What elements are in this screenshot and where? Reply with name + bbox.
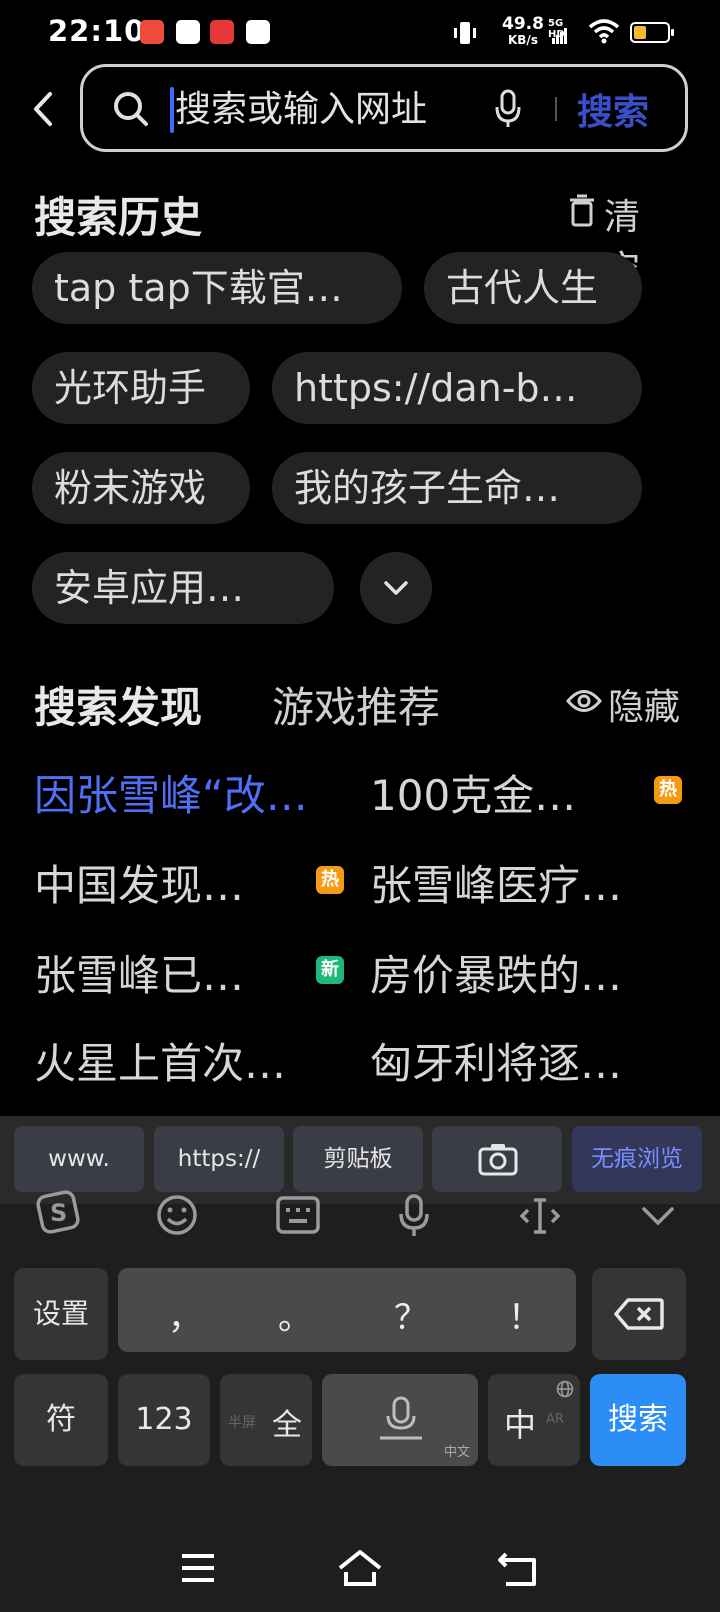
search-divider	[555, 97, 557, 121]
soft-keyboard: www. https:// 剪贴板 无痕浏览 S 设置 ， 。 ？ ！ 符 12…	[0, 1116, 720, 1612]
back-nav-icon[interactable]	[498, 1550, 540, 1588]
app-notification-icon	[140, 20, 164, 44]
settings-key-label: 设置	[32, 1297, 89, 1330]
search-enter-key[interactable]: 搜索	[590, 1374, 686, 1466]
period-key[interactable]: 。	[278, 1290, 312, 1339]
quick-https-key[interactable]: https://	[154, 1126, 284, 1192]
history-chip[interactable]: 我的孩子生命…	[272, 452, 642, 524]
back-arrow-icon[interactable]	[28, 84, 58, 134]
alt-mode-label: AR	[546, 1412, 564, 1427]
discover-item[interactable]: 因张雪峰“改…	[34, 762, 308, 823]
hide-discover-button[interactable]: 隐藏	[566, 678, 690, 728]
full-width-label: 全	[272, 1408, 302, 1443]
symbols-key-label: 符	[46, 1402, 76, 1437]
backspace-key[interactable]	[592, 1268, 686, 1360]
trash-icon	[570, 194, 594, 227]
search-button[interactable]: 搜索	[577, 83, 649, 135]
tab-game-recommend[interactable]: 游戏推荐	[272, 674, 440, 735]
text-caret	[170, 87, 174, 133]
hide-keyboard-chevron-icon[interactable]	[640, 1204, 676, 1228]
app-notification-icon	[210, 20, 234, 44]
full-width-key[interactable]: 半屏 全	[220, 1374, 312, 1466]
discover-item[interactable]: 中国发现…	[34, 852, 244, 913]
quick-www-key[interactable]: www.	[14, 1126, 144, 1192]
hide-label: 隐藏	[608, 687, 681, 728]
discover-item[interactable]: 匈牙利将逐…	[370, 1030, 622, 1091]
numbers-key-label: 123	[135, 1402, 193, 1437]
home-icon[interactable]	[336, 1548, 384, 1588]
signal-icon	[552, 28, 567, 44]
symbols-key[interactable]: 符	[14, 1374, 108, 1466]
microphone-icon	[380, 1396, 422, 1440]
history-chip[interactable]: 古代人生	[424, 252, 642, 324]
exclamation-key[interactable]: ！	[508, 1290, 542, 1339]
numbers-key[interactable]: 123	[118, 1374, 210, 1466]
hot-badge: 热	[654, 776, 682, 804]
camera-icon	[478, 1144, 518, 1176]
search-box[interactable]: 搜索	[80, 64, 688, 152]
history-chip[interactable]: 安卓应用…	[32, 552, 334, 624]
cursor-move-icon[interactable]	[518, 1196, 562, 1236]
discover-title: 搜索发现	[34, 683, 203, 732]
discover-item[interactable]: 张雪峰医疗…	[370, 852, 622, 913]
chinese-mode-label: 中	[504, 1406, 537, 1444]
vibrate-icon	[454, 22, 476, 44]
history-chip[interactable]: https://dan-b…	[272, 352, 642, 424]
backspace-icon	[614, 1298, 664, 1330]
language-switch-key[interactable]: 中 AR	[488, 1374, 580, 1466]
wifi-icon	[588, 19, 620, 44]
settings-key[interactable]: 设置	[14, 1268, 108, 1360]
punctuation-bar[interactable]: ， 。 ？ ！	[118, 1268, 576, 1352]
chevron-down-icon	[384, 581, 408, 595]
comma-key[interactable]: ，	[168, 1290, 202, 1339]
keyboard-layout-icon[interactable]	[276, 1196, 320, 1234]
net-speed: 49.8 KB/s	[502, 14, 544, 48]
clipboard-key[interactable]: 剪贴板	[293, 1126, 423, 1192]
expand-history-button[interactable]	[360, 552, 432, 624]
app-notification-icon	[176, 20, 200, 44]
search-enter-label: 搜索	[608, 1402, 668, 1437]
history-chip[interactable]: 光环助手	[32, 352, 250, 424]
hot-badge: 热	[316, 866, 344, 894]
microphone-icon[interactable]	[493, 87, 523, 131]
menu-icon[interactable]	[180, 1552, 216, 1584]
discover-item[interactable]: 房价暴跌的…	[370, 942, 622, 1003]
sogou-logo-icon[interactable]: S	[36, 1190, 80, 1234]
space-voice-key[interactable]: 中文	[322, 1374, 478, 1466]
half-screen-label: 半屏	[228, 1415, 256, 1431]
new-badge: 新	[316, 956, 344, 984]
globe-icon	[556, 1380, 574, 1398]
eye-icon	[566, 690, 602, 712]
emoji-icon[interactable]	[156, 1194, 198, 1236]
status-time: 22:10	[48, 14, 146, 48]
history-chip[interactable]: 粉末游戏	[32, 452, 250, 524]
discover-item[interactable]: 张雪峰已…	[34, 942, 244, 1003]
history-chip[interactable]: tap tap下载官…	[32, 252, 402, 324]
camera-key[interactable]	[432, 1126, 562, 1192]
discover-item[interactable]: 火星上首次…	[34, 1030, 286, 1091]
discover-item[interactable]: 100克金…	[370, 762, 576, 823]
keyboard-quick-bar: www. https:// 剪贴板 无痕浏览	[0, 1116, 720, 1204]
voice-chinese-label: 中文	[443, 1445, 470, 1460]
battery-icon	[630, 22, 674, 43]
search-input[interactable]	[175, 83, 475, 135]
svg-text:S: S	[50, 1199, 67, 1227]
app-notification-icon	[246, 20, 270, 44]
search-icon	[114, 92, 148, 126]
voice-input-icon[interactable]	[398, 1194, 430, 1238]
history-title: 搜索历史	[34, 193, 203, 242]
question-key[interactable]: ？	[394, 1290, 428, 1339]
incognito-key[interactable]: 无痕浏览	[572, 1126, 702, 1192]
status-bar: 22:10 49.8 KB/s 5G HD	[0, 0, 720, 64]
